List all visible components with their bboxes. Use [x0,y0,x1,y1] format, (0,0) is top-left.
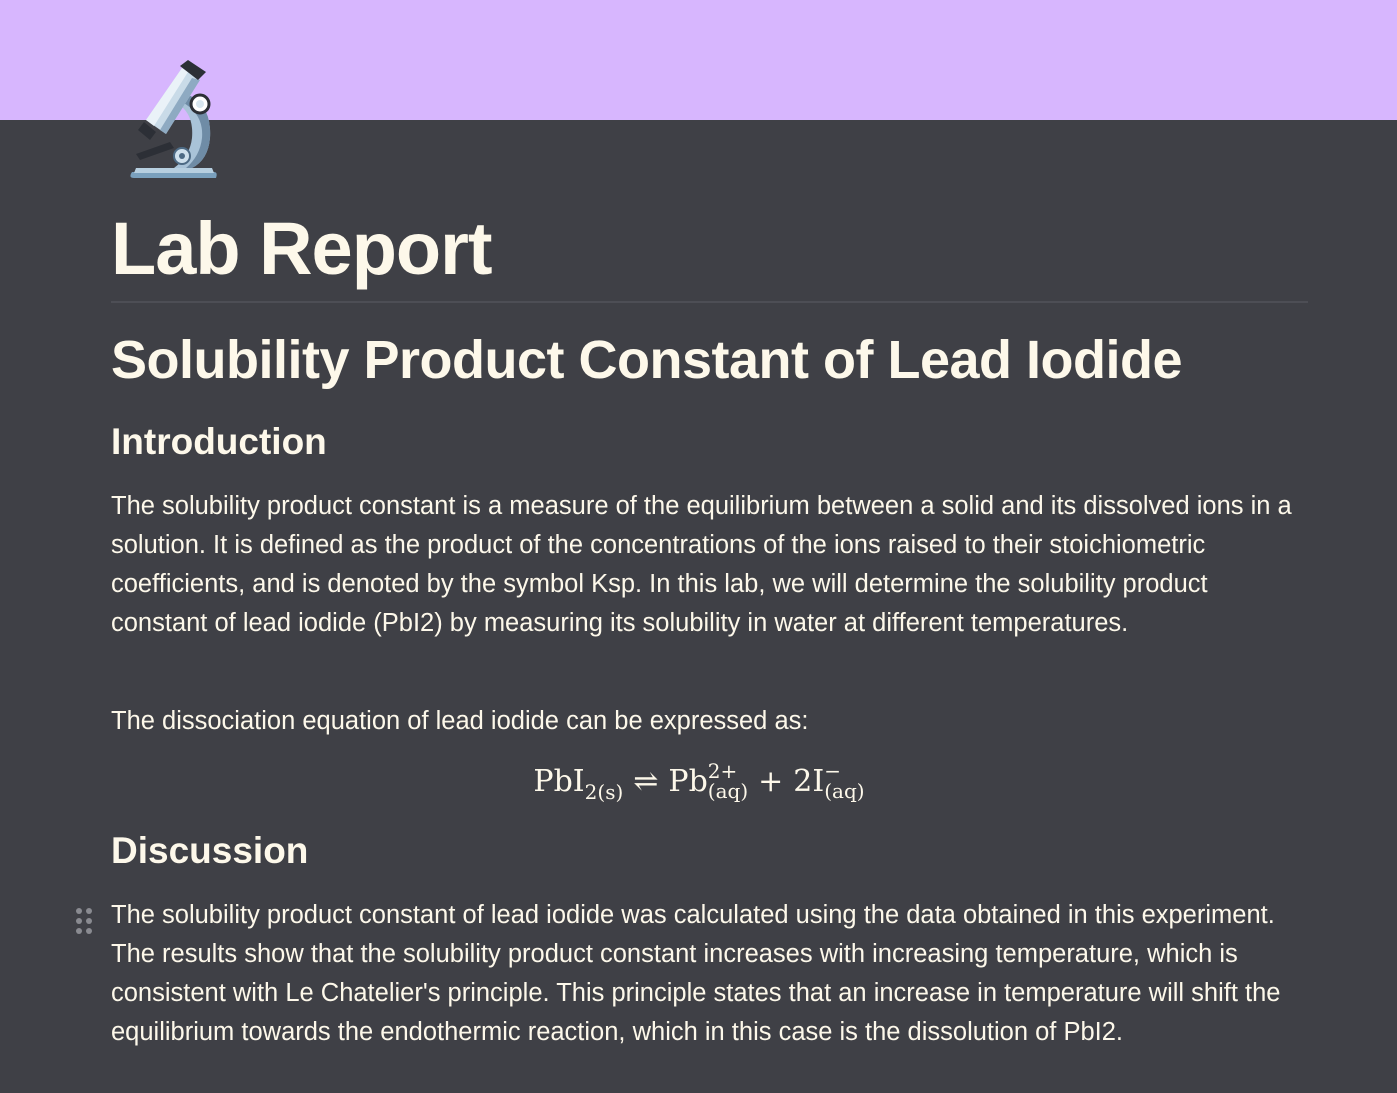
eq-product-lead-scripts: 2+ (aq) [708,761,748,801]
equation-content: PbI2(s) ⇌ Pb 2+ (aq) +2I − (aq) [533,752,864,814]
page-title[interactable]: Lab Report [111,204,493,294]
microscope-icon[interactable] [126,60,222,184]
eq-product-lead-charge: 2+ [707,759,738,783]
introduction-paragraph[interactable]: The solubility product constant is a mea… [111,487,1306,643]
eq-product-iodide-charge: − [824,759,841,783]
eq-product-iodide-state: (aq) [824,779,865,803]
eq-product-iodide: 2I [793,764,825,799]
eq-equilibrium-arrow: ⇌ [633,764,659,799]
eq-product-lead: Pb [668,764,708,799]
divider [111,301,1308,303]
eq-product-lead-state: (aq) [707,779,749,803]
discussion-paragraph[interactable]: The solubility product constant of lead … [111,896,1306,1052]
drag-handle-icon[interactable] [76,908,94,936]
heading-1[interactable]: Solubility Product Constant of Lead Iodi… [111,326,1183,394]
eq-plus: + [758,764,784,799]
eq-reactant-subscript: 2(s) [584,780,624,804]
introduction-heading[interactable]: Introduction [111,419,327,465]
discussion-heading[interactable]: Discussion [111,828,308,874]
eq-product-iodide-scripts: − (aq) [824,761,864,801]
dissociation-equation[interactable]: PbI2(s) ⇌ Pb 2+ (aq) +2I − (aq) [111,752,1311,812]
equation-intro-paragraph[interactable]: The dissociation equation of lead iodide… [111,702,1306,741]
eq-reactant: PbI [533,764,585,799]
